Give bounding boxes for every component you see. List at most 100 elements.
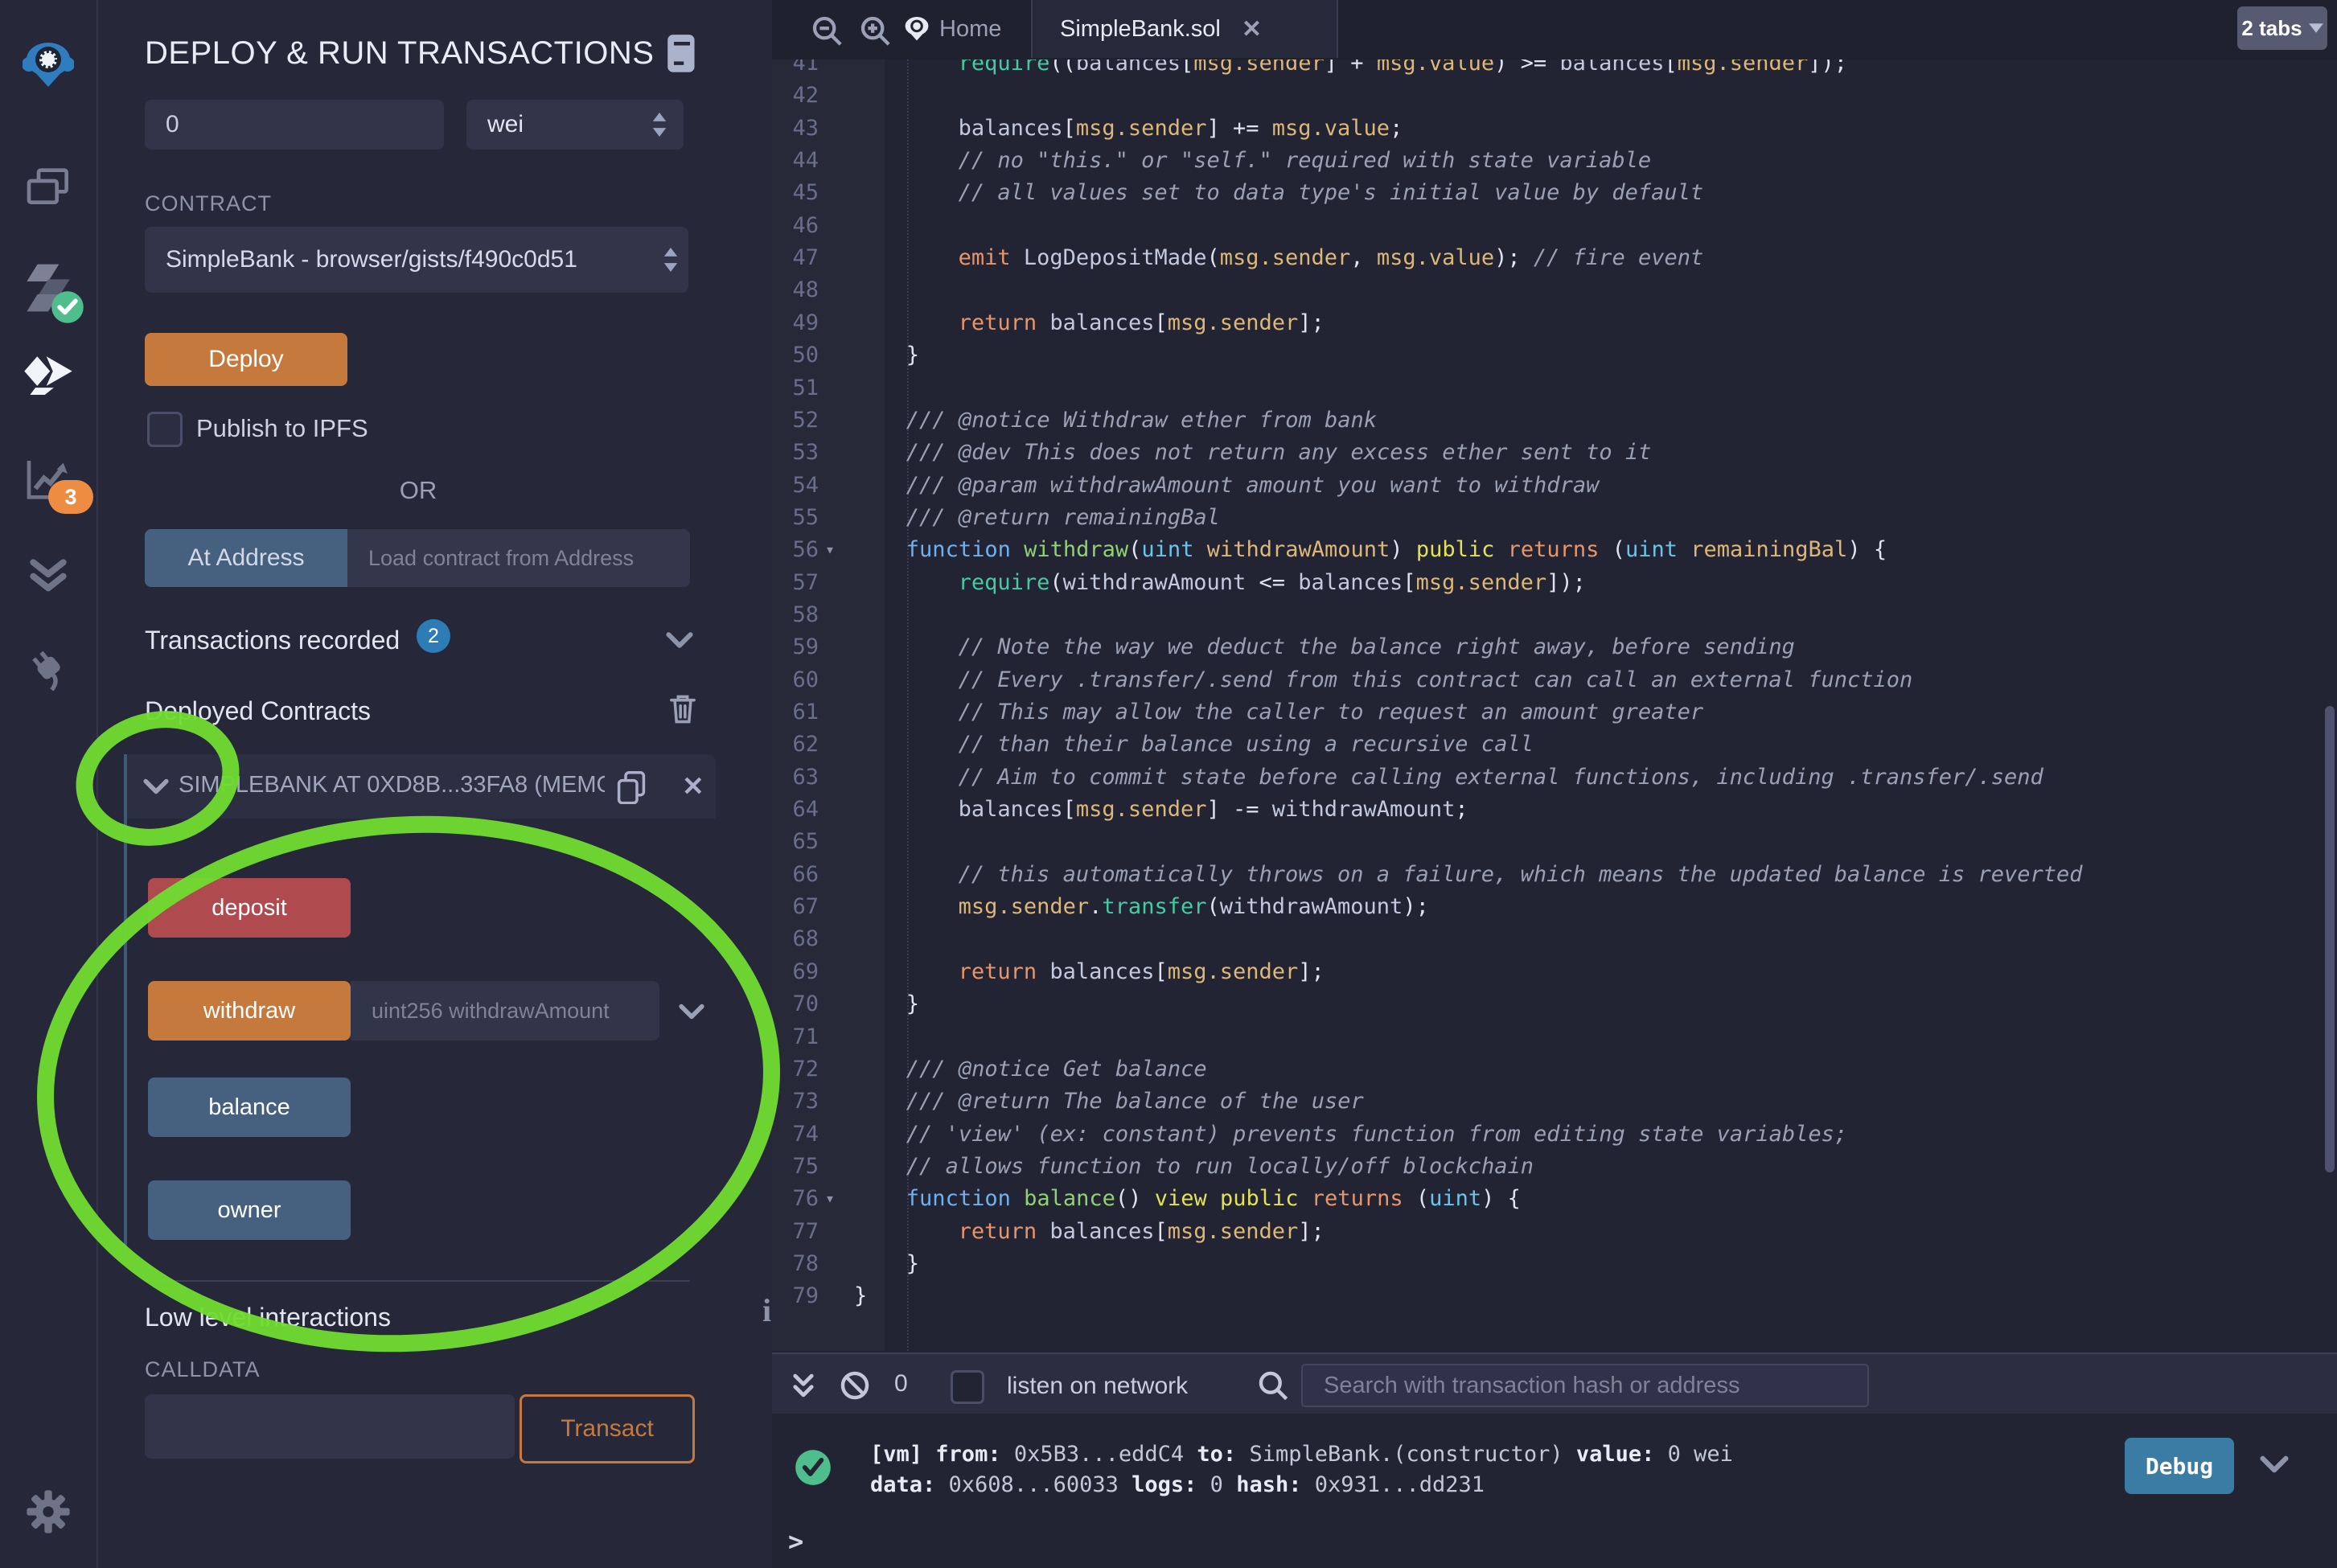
trash-icon[interactable] [669,693,696,725]
notepad-icon[interactable] [666,34,698,72]
owner-function-button[interactable]: owner [148,1180,351,1240]
code-line[interactable]: 68 [772,922,2337,955]
settings-gear-icon[interactable] [23,1486,74,1537]
code-editor[interactable]: 41require((balances[msg.sender] + msg.va… [772,60,2337,1351]
file-explorer-icon[interactable] [23,162,74,213]
code-line[interactable]: 75// allows function to run locally/off … [772,1150,2337,1183]
code-line[interactable]: 43balances[msg.sender] += msg.value; [772,112,2337,145]
fold-marker-icon[interactable]: ▾ [825,533,835,566]
unit-testing-icon[interactable] [23,548,74,600]
calldata-input[interactable] [145,1394,515,1459]
line-number: 71 [772,1020,819,1053]
code-line[interactable]: 44// no "this." or "self." required with… [772,144,2337,177]
withdraw-argument-input[interactable] [351,981,659,1041]
publish-ipfs-label: Publish to IPFS [196,414,368,443]
code-line[interactable]: 60// Every .transfer/.send from this con… [772,663,2337,696]
transact-button[interactable]: Transact [520,1394,695,1463]
code-line[interactable]: 71 [772,1020,2337,1053]
line-number: 48 [772,273,819,306]
code-line[interactable]: 59// Note the way we deduct the balance … [772,630,2337,663]
tabs-count-button[interactable]: 2 tabs [2237,6,2327,50]
code-line[interactable]: 41require((balances[msg.sender] + msg.va… [772,60,2337,80]
code-line[interactable]: 61// This may allow the caller to reques… [772,696,2337,729]
code-line[interactable]: 63// Aim to commit state before calling … [772,761,2337,794]
simplebank-tab-label: SimpleBank.sol [1060,16,1221,43]
code-line[interactable]: 56▾function withdraw(uint withdrawAmount… [772,533,2337,566]
transactions-chevron-icon[interactable] [666,630,693,650]
terminal-log-entry[interactable]: [vm] from: 0x5B3...eddC4 to: SimpleBank.… [870,1439,1733,1500]
terminal-collapse-icon[interactable] [790,1372,817,1399]
code-line[interactable]: 64balances[msg.sender] -= withdrawAmount… [772,793,2337,826]
analytics-icon[interactable]: 3 [23,454,74,506]
code-line[interactable]: 55/// @return remainingBal [772,501,2337,534]
code-line[interactable]: 65 [772,825,2337,858]
code-line[interactable]: 42 [772,79,2337,112]
tab-close-icon[interactable]: ✕ [1242,15,1262,43]
deploy-button[interactable]: Deploy [145,333,347,386]
deposit-function-button[interactable]: deposit [148,878,351,938]
publish-ipfs-checkbox[interactable] [147,412,183,447]
line-number: 59 [772,630,819,663]
at-address-input[interactable] [347,529,690,587]
value-input[interactable] [145,100,444,150]
zoom-out-icon[interactable] [811,14,843,47]
code-line[interactable]: 48 [772,273,2337,306]
code-line[interactable]: 45// all values set to data type's initi… [772,176,2337,209]
remix-logo-icon[interactable] [23,40,74,96]
code-line[interactable]: 58 [772,598,2337,631]
code-line[interactable]: 73/// @return The balance of the user [772,1085,2337,1118]
terminal-prompt[interactable]: > [788,1526,803,1557]
contract-spinner-icon[interactable] [663,248,679,272]
info-icon[interactable]: i [762,1291,771,1329]
code-line[interactable]: 70} [772,987,2337,1020]
code-line[interactable]: 79} [772,1279,2337,1312]
tab-simplebank[interactable]: SimpleBank.sol ✕ [1031,0,1338,58]
log-expand-chevron-icon[interactable] [2260,1454,2289,1475]
code-line[interactable]: 54/// @param withdrawAmount amount you w… [772,469,2337,502]
tab-home[interactable]: Home [902,0,1029,58]
code-line[interactable]: 72/// @notice Get balance [772,1053,2337,1086]
code-line[interactable]: 69return balances[msg.sender]; [772,955,2337,988]
line-number: 43 [772,112,819,145]
instance-close-icon[interactable]: ✕ [682,770,704,802]
contract-select[interactable]: SimpleBank - browser/gists/f490c0d51 [145,227,688,293]
unit-spinner-icon[interactable] [651,113,667,137]
listen-network-checkbox[interactable] [951,1370,984,1404]
code-line[interactable]: 49return balances[msg.sender]; [772,306,2337,339]
zoom-in-icon[interactable] [859,14,891,47]
code-line[interactable]: 67msg.sender.transfer(withdrawAmount); [772,890,2337,923]
code-line[interactable]: 62// than their balance using a recursiv… [772,728,2337,761]
code-line[interactable]: 76▾function balance() view public return… [772,1182,2337,1215]
at-address-button[interactable]: At Address [145,529,347,587]
copy-icon[interactable] [616,770,647,804]
instance-expand-chevron-icon[interactable] [143,777,169,796]
terminal-search-input[interactable] [1301,1364,1869,1407]
or-separator-label: OR [98,476,738,505]
editor-scrollbar-thumb[interactable] [2325,706,2335,1172]
code-line[interactable]: 77return balances[msg.sender]; [772,1215,2337,1248]
code-line[interactable]: 57require(withdrawAmount <= balances[msg… [772,566,2337,599]
code-line[interactable]: 74// 'view' (ex: constant) prevents func… [772,1118,2337,1151]
fold-marker-icon[interactable]: ▾ [825,1182,835,1215]
code-line[interactable]: 46 [772,209,2337,242]
withdraw-function-button[interactable]: withdraw [148,981,351,1041]
code-line[interactable]: 51 [772,371,2337,404]
code-line[interactable]: 78} [772,1247,2337,1280]
code-line[interactable]: 52/// @notice Withdraw ether from bank [772,404,2337,437]
debug-button[interactable]: Debug [2125,1438,2234,1494]
plugin-manager-icon[interactable] [23,643,74,695]
tabs-count-label: 2 tabs [2241,16,2302,41]
line-number: 77 [772,1215,819,1248]
deployed-instance-header[interactable]: SIMPLEBANK AT 0XD8B...33FA8 (MEMO ✕ [127,754,716,819]
value-unit-select[interactable]: wei [466,100,684,150]
deploy-run-icon[interactable] [23,355,74,406]
line-number: 52 [772,404,819,437]
clear-console-icon[interactable] [840,1370,870,1401]
code-line[interactable]: 66// this automatically throws on a fail… [772,858,2337,891]
withdraw-expand-chevron-icon[interactable] [679,1002,704,1021]
code-line[interactable]: 50} [772,339,2337,371]
code-line[interactable]: 53/// @dev This does not return any exce… [772,436,2337,469]
solidity-compiler-icon[interactable] [23,262,74,314]
code-line[interactable]: 47emit LogDepositMade(msg.sender, msg.va… [772,241,2337,274]
balance-function-button[interactable]: balance [148,1077,351,1137]
